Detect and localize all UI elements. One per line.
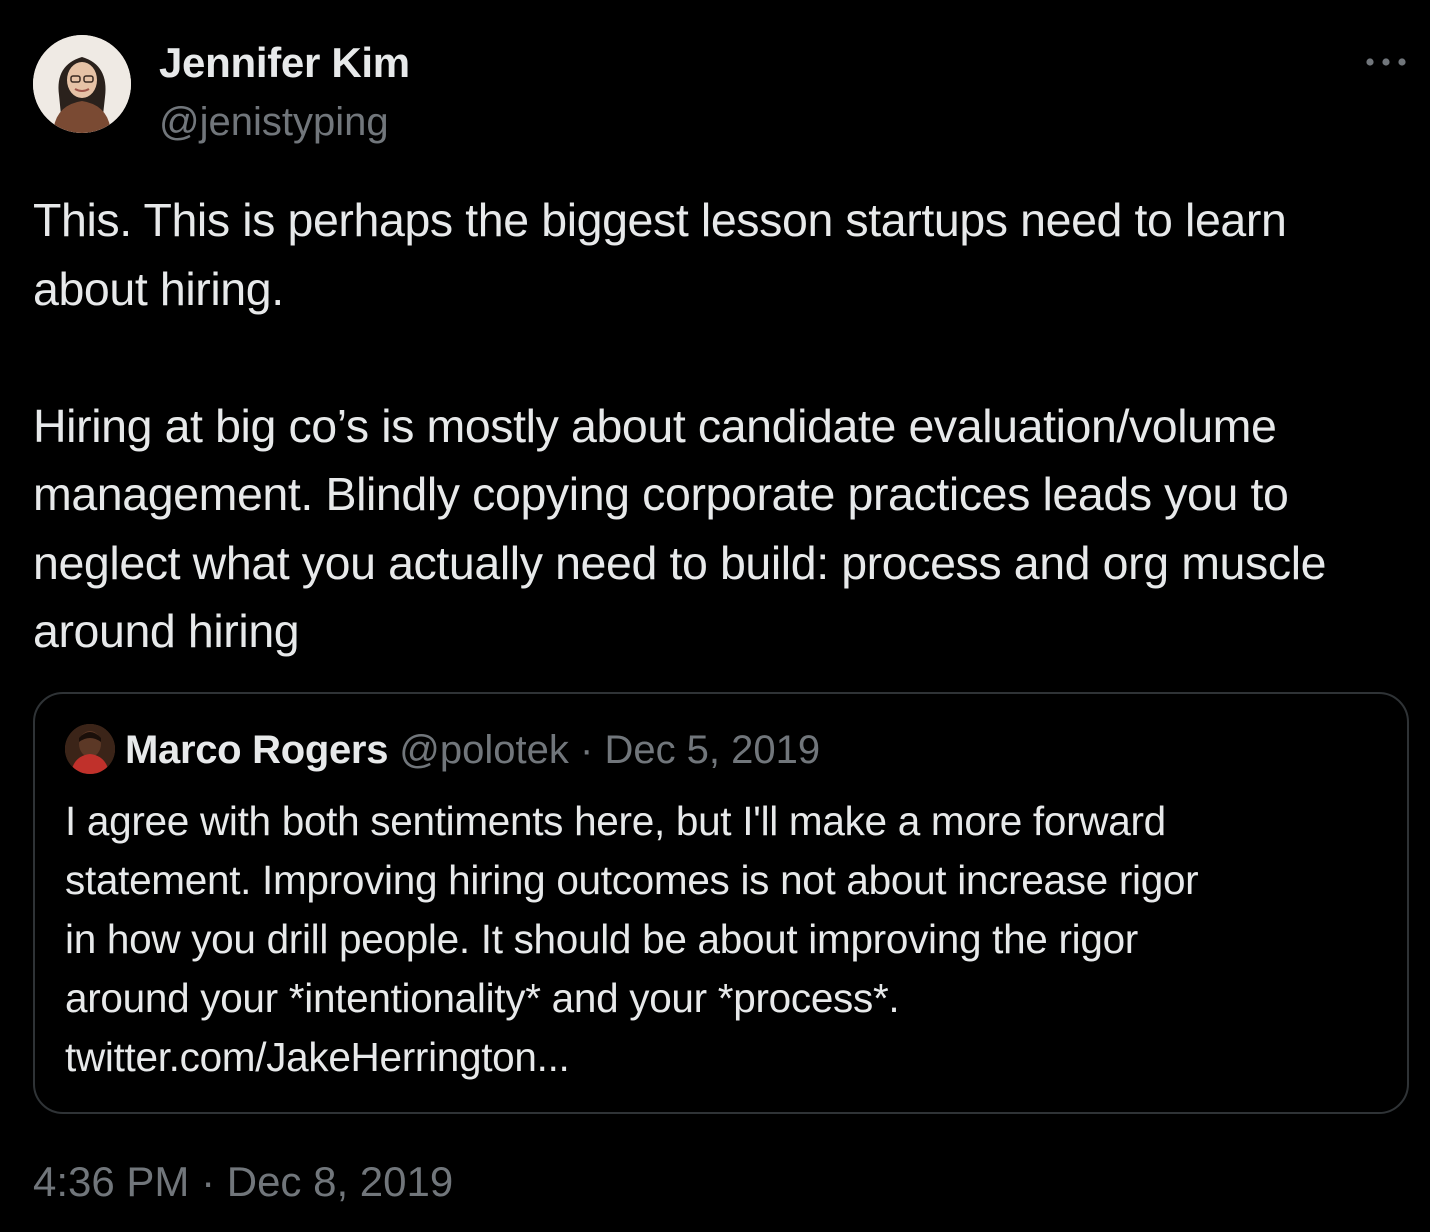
quoted-text-line: in how you drill people. It should be ab… bbox=[65, 916, 1138, 962]
more-button[interactable] bbox=[1360, 44, 1412, 80]
quoted-text-line: statement. Improving hiring outcomes is … bbox=[65, 857, 1199, 903]
quoted-date: Dec 5, 2019 bbox=[604, 728, 821, 772]
quoted-tweet[interactable]: Marco Rogers @polotek · Dec 5, 2019 I ag… bbox=[33, 692, 1409, 1114]
more-horizontal-icon bbox=[1366, 58, 1406, 66]
quoted-author-handle: @polotek bbox=[399, 728, 569, 772]
tweet: Jennifer Kim @jenistyping This. This is … bbox=[0, 0, 1430, 1232]
quoted-author-name: Marco Rogers bbox=[125, 728, 389, 772]
quoted-tweet-header: Marco Rogers @polotek · Dec 5, 2019 bbox=[125, 725, 820, 775]
quoted-tweet-text: I agree with both sentiments here, but I… bbox=[65, 792, 1385, 1087]
author-avatar[interactable] bbox=[33, 35, 131, 133]
tweet-paragraph: This. This is perhaps the biggest lesson… bbox=[33, 194, 1287, 315]
tweet-timestamp[interactable]: 4:36 PM · Dec 8, 2019 bbox=[33, 1156, 453, 1208]
author-name[interactable]: Jennifer Kim bbox=[159, 38, 410, 88]
tweet-paragraph: Hiring at big co’s is mostly about candi… bbox=[33, 399, 1327, 658]
quoted-text-line: around your *intentionality* and your *p… bbox=[65, 975, 900, 1021]
quoted-link[interactable]: twitter.com/JakeHerrington... bbox=[65, 1028, 1385, 1087]
quoted-text-line: I agree with both sentiments here, but I… bbox=[65, 798, 1166, 844]
quoted-author-avatar bbox=[65, 724, 115, 774]
quoted-separator: · bbox=[579, 728, 594, 772]
author-handle[interactable]: @jenistyping bbox=[159, 97, 389, 147]
tweet-text: This. This is perhaps the biggest lesson… bbox=[33, 186, 1403, 666]
